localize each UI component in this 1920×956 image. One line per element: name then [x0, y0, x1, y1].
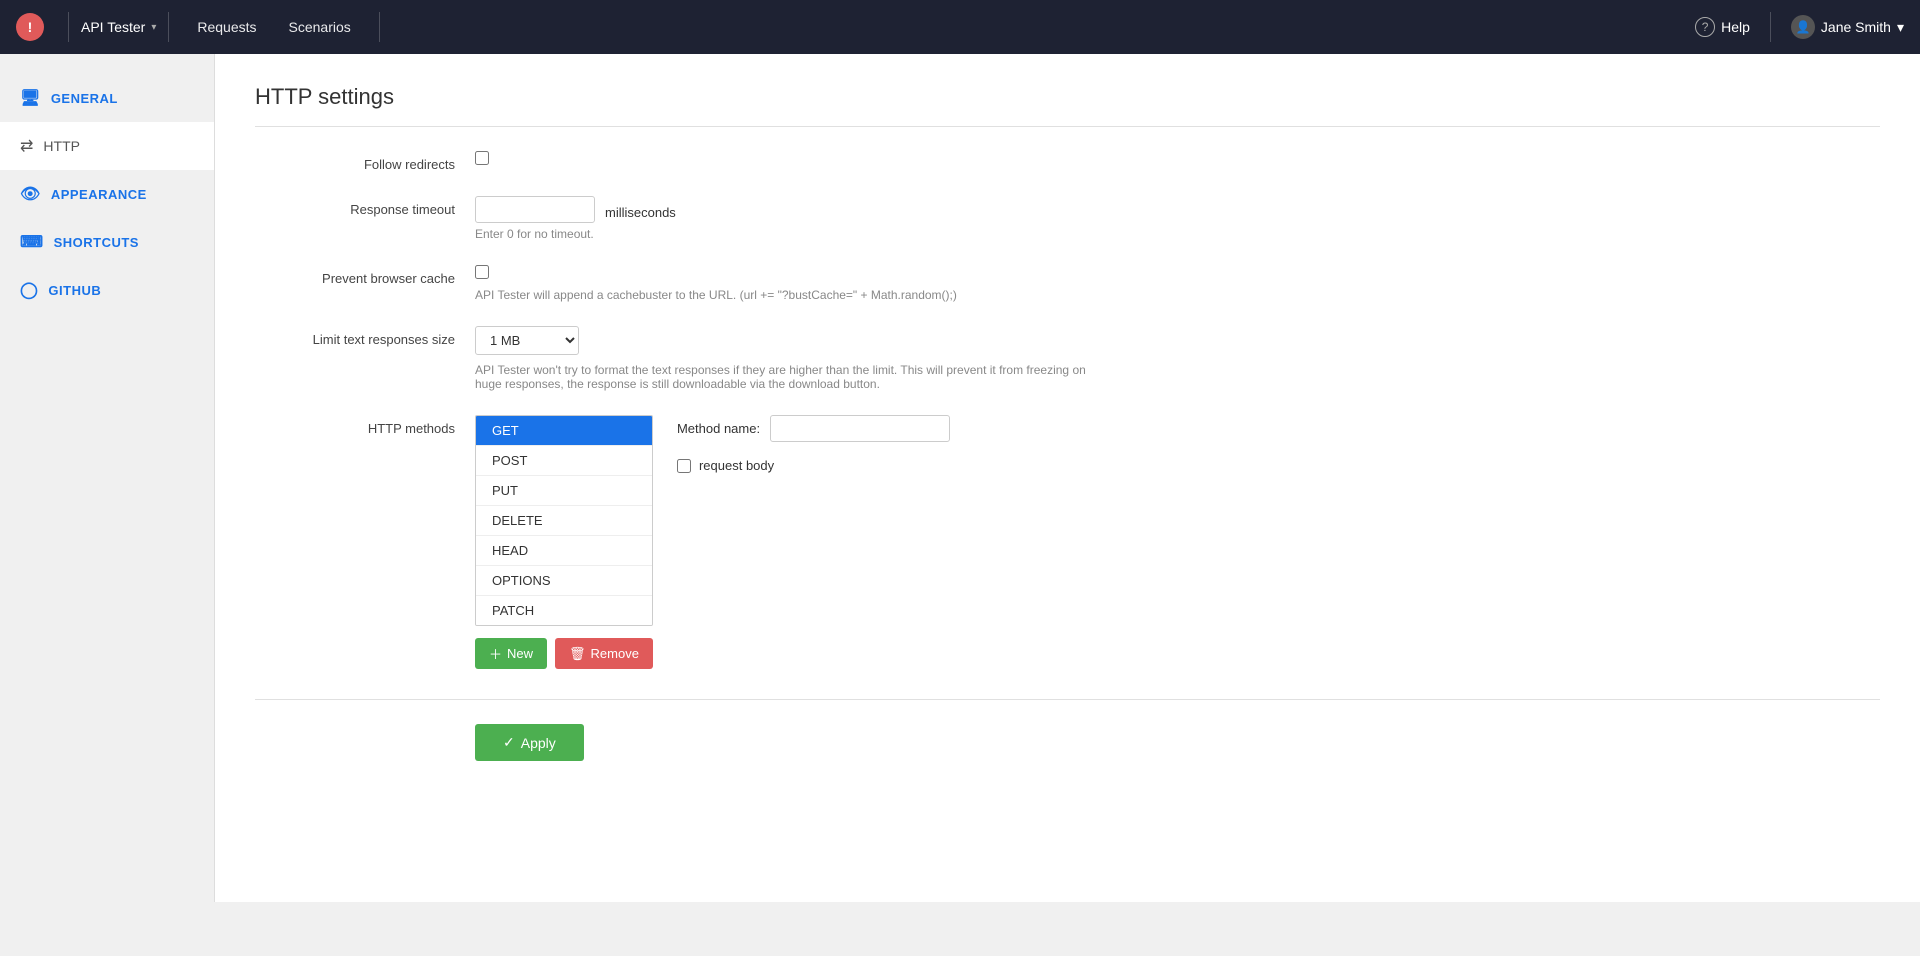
- methods-list: GET POST PUT DELETE HEAD OPTIONS PATCH: [475, 415, 653, 626]
- checkmark-icon: ✓: [503, 734, 515, 751]
- request-body-checkbox[interactable]: [677, 459, 691, 473]
- monitor-icon: 🖥: [20, 88, 41, 108]
- new-button-label: New: [507, 646, 533, 661]
- methods-buttons: ＋ New 🗑 Remove: [475, 638, 653, 669]
- follow-redirects-row: Follow redirects: [255, 151, 1880, 172]
- app-name-label: API Tester: [81, 19, 145, 35]
- navbar-right: ? Help 👤 Jane Smith ▾: [1695, 12, 1904, 42]
- method-item-options[interactable]: OPTIONS: [476, 566, 652, 596]
- sidebar-item-general[interactable]: 🖥 GENERAL: [0, 74, 214, 122]
- prevent-cache-row: Prevent browser cache API Tester will ap…: [255, 265, 1880, 302]
- method-item-post[interactable]: POST: [476, 446, 652, 476]
- method-item-patch[interactable]: PATCH: [476, 596, 652, 625]
- navbar: ! API Tester ▾ Requests Scenarios ? Help…: [0, 0, 1920, 54]
- http-methods-label: HTTP methods: [255, 415, 455, 436]
- apply-label: Apply: [521, 735, 556, 751]
- apply-button[interactable]: ✓ Apply: [475, 724, 584, 761]
- app-logo: !: [16, 13, 44, 41]
- limit-size-label: Limit text responses size: [255, 326, 455, 347]
- sidebar-item-http[interactable]: ⇄ HTTP: [0, 122, 214, 170]
- nav-requests[interactable]: Requests: [181, 19, 272, 35]
- http-methods-control: GET POST PUT DELETE HEAD OPTIONS PATCH ＋…: [475, 415, 1880, 669]
- help-icon: ?: [1695, 17, 1715, 37]
- response-timeout-label: Response timeout: [255, 196, 455, 217]
- help-button[interactable]: ? Help: [1695, 17, 1750, 37]
- response-timeout-row: Response timeout 0 milliseconds Enter 0 …: [255, 196, 1880, 241]
- user-chevron-icon: ▾: [1897, 19, 1904, 36]
- remove-button-label: Remove: [591, 646, 639, 661]
- nav-divider-4: [1770, 12, 1771, 42]
- method-item-head[interactable]: HEAD: [476, 536, 652, 566]
- limit-size-control: 1 MB 5 MB 10 MB 50 MB No limit API Teste…: [475, 326, 1880, 391]
- prevent-cache-label: Prevent browser cache: [255, 265, 455, 286]
- method-name-label: Method name:: [677, 421, 760, 436]
- sidebar-label-appearance: APPEARANCE: [51, 187, 147, 202]
- milliseconds-label: milliseconds: [605, 199, 676, 220]
- limit-size-select[interactable]: 1 MB 5 MB 10 MB 50 MB No limit: [475, 326, 579, 355]
- response-timeout-input[interactable]: 0: [475, 196, 595, 223]
- prevent-cache-control: API Tester will append a cachebuster to …: [475, 265, 1880, 302]
- remove-method-button[interactable]: 🗑 Remove: [555, 638, 653, 669]
- request-body-row: request body: [677, 458, 950, 473]
- eye-icon: 👁: [20, 184, 41, 204]
- trash-icon: 🗑: [569, 646, 586, 662]
- follow-redirects-control: [475, 151, 1880, 168]
- github-icon: ◯: [20, 280, 38, 300]
- help-label: Help: [1721, 19, 1750, 35]
- keyboard-icon: ⌨: [20, 232, 44, 252]
- sidebar-label-http: HTTP: [43, 138, 80, 154]
- request-body-label: request body: [699, 458, 774, 473]
- http-icon: ⇄: [20, 136, 33, 156]
- prevent-cache-checkbox[interactable]: [475, 265, 489, 279]
- limit-size-hint: API Tester won't try to format the text …: [475, 363, 1115, 391]
- method-item-put[interactable]: PUT: [476, 476, 652, 506]
- follow-redirects-checkbox[interactable]: [475, 151, 489, 165]
- response-timeout-hint: Enter 0 for no timeout.: [475, 227, 1880, 241]
- limit-size-row: Limit text responses size 1 MB 5 MB 10 M…: [255, 326, 1880, 391]
- app-name-button[interactable]: API Tester ▾: [81, 19, 156, 35]
- nav-divider-1: [68, 12, 69, 42]
- nav-divider-3: [379, 12, 380, 42]
- prevent-cache-hint: API Tester will append a cachebuster to …: [475, 288, 1880, 302]
- response-timeout-control: 0 milliseconds Enter 0 for no timeout.: [475, 196, 1880, 241]
- http-methods-row: HTTP methods GET POST PUT DELETE HEAD OP…: [255, 415, 1880, 669]
- sidebar-item-github[interactable]: ◯ GITHUB: [0, 266, 214, 314]
- method-name-row: Method name: GET: [677, 415, 950, 442]
- sidebar-label-github: GITHUB: [48, 283, 101, 298]
- nav-scenarios[interactable]: Scenarios: [273, 19, 367, 35]
- sidebar-label-shortcuts: SHORTCUTS: [54, 235, 139, 250]
- timeout-row: 0 milliseconds: [475, 196, 1880, 223]
- sidebar: 🖥 GENERAL ⇄ HTTP 👁 APPEARANCE ⌨ SHORTCUT…: [0, 54, 215, 902]
- nav-divider-2: [168, 12, 169, 42]
- user-menu[interactable]: 👤 Jane Smith ▾: [1791, 15, 1904, 39]
- method-item-delete[interactable]: DELETE: [476, 506, 652, 536]
- method-name-input[interactable]: GET: [770, 415, 950, 442]
- follow-redirects-label: Follow redirects: [255, 151, 455, 172]
- sidebar-item-shortcuts[interactable]: ⌨ SHORTCUTS: [0, 218, 214, 266]
- apply-row: ✓ Apply: [255, 699, 1880, 761]
- page-title: HTTP settings: [255, 84, 1880, 127]
- user-avatar: 👤: [1791, 15, 1815, 39]
- method-right-panel: Method name: GET request body: [677, 415, 950, 473]
- method-item-get[interactable]: GET: [476, 416, 652, 446]
- sidebar-label-general: GENERAL: [51, 91, 118, 106]
- main-layout: 🖥 GENERAL ⇄ HTTP 👁 APPEARANCE ⌨ SHORTCUT…: [0, 54, 1920, 902]
- user-name: Jane Smith: [1821, 19, 1891, 35]
- main-content: HTTP settings Follow redirects Response …: [215, 54, 1920, 902]
- methods-list-wrapper: GET POST PUT DELETE HEAD OPTIONS PATCH ＋…: [475, 415, 653, 669]
- methods-section: GET POST PUT DELETE HEAD OPTIONS PATCH ＋…: [475, 415, 1880, 669]
- chevron-down-icon: ▾: [151, 22, 156, 33]
- sidebar-item-appearance[interactable]: 👁 APPEARANCE: [0, 170, 214, 218]
- plus-icon: ＋: [489, 644, 502, 663]
- new-method-button[interactable]: ＋ New: [475, 638, 547, 669]
